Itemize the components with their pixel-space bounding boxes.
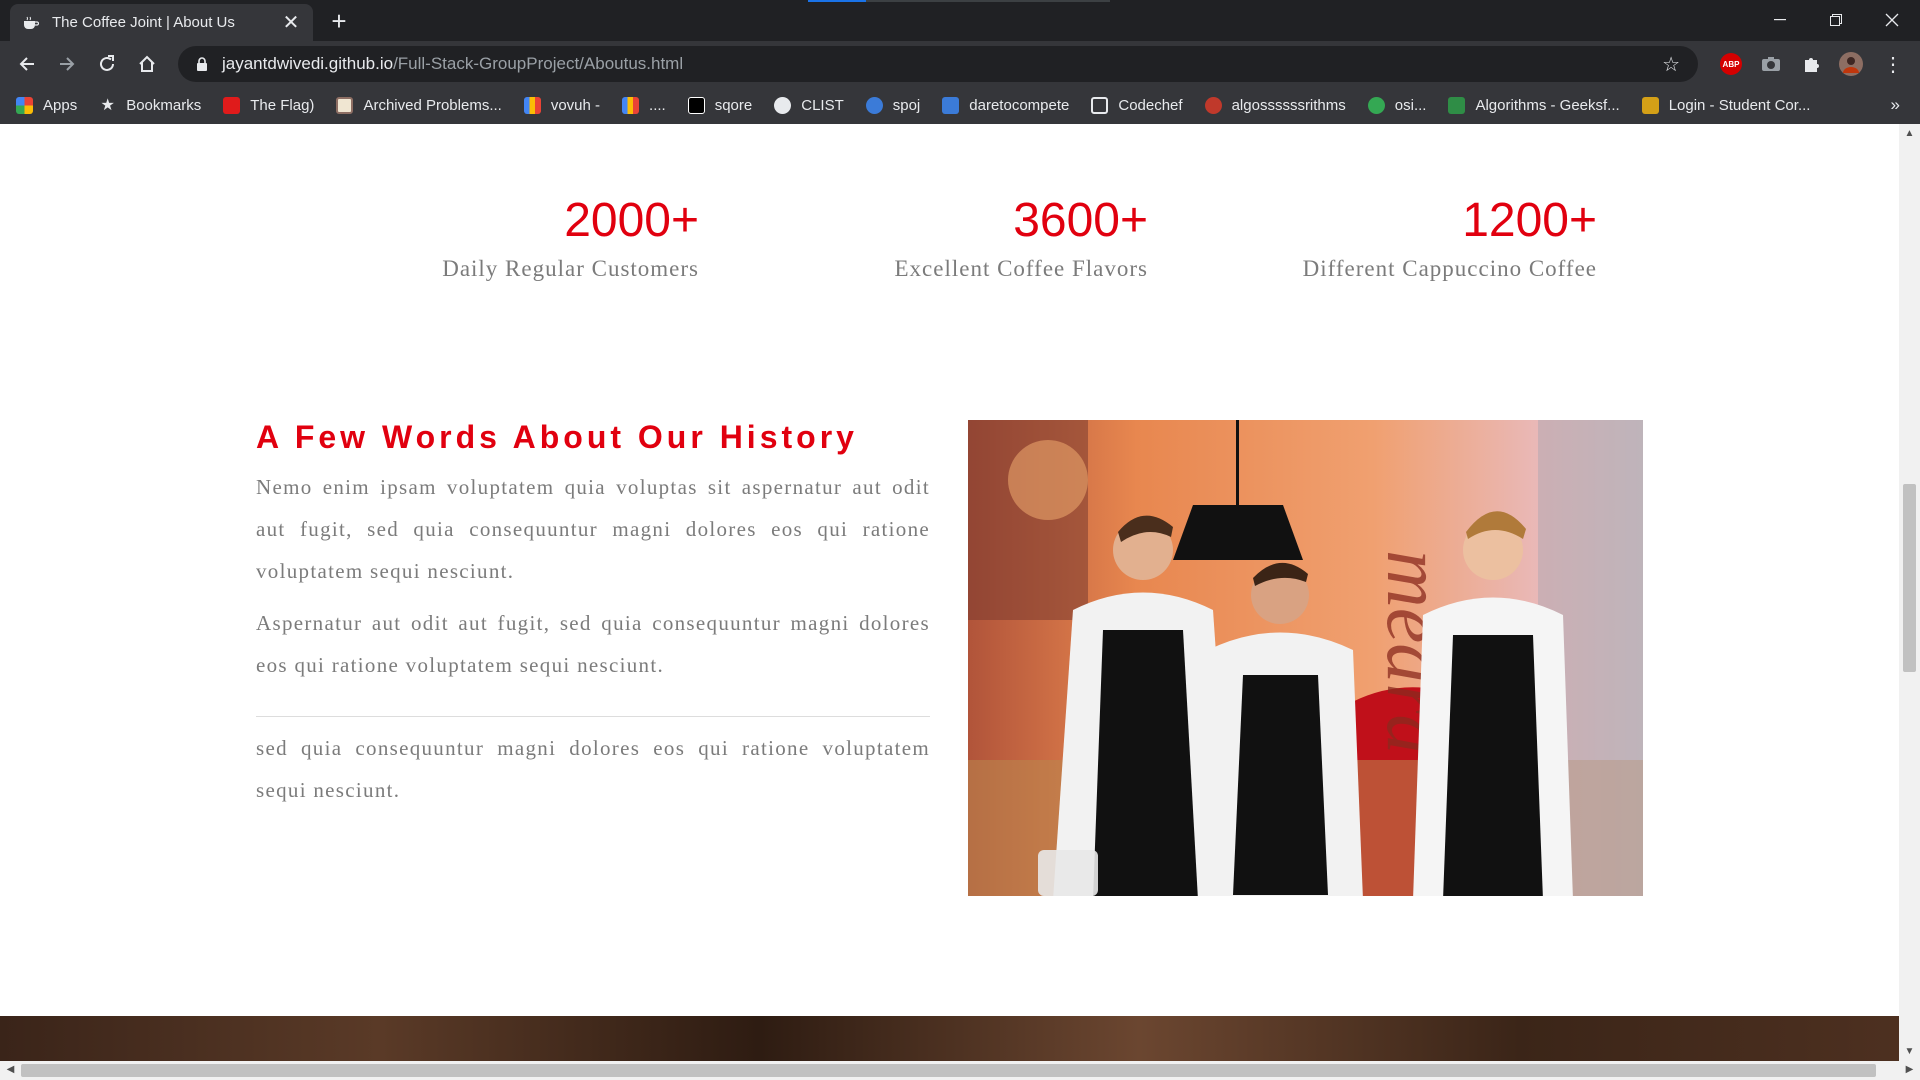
sqore-favicon-icon — [687, 97, 705, 114]
address-bar[interactable]: jayantdwivedi.github.io/Full-Stack-Group… — [178, 46, 1698, 82]
daretocompete-favicon-icon — [942, 97, 960, 114]
horizontal-scrollbar-thumb[interactable] — [21, 1064, 1876, 1077]
vertical-scrollbar[interactable]: ▲ ▼ — [1899, 124, 1920, 1061]
bookmark-codechef[interactable]: Codechef — [1091, 97, 1183, 114]
reload-icon[interactable] — [92, 49, 122, 79]
history-paragraph: Aspernatur aut odit aut fugit, sed quia … — [256, 611, 930, 677]
tab-strip-indicator — [808, 0, 866, 2]
search-favicon-icon — [1204, 97, 1222, 114]
profile-avatar[interactable] — [1838, 51, 1864, 77]
url-text: jayantdwivedi.github.io/Full-Stack-Group… — [222, 54, 683, 74]
bookmark-dots[interactable]: .... — [622, 97, 666, 114]
stat-number: 1200+ — [1462, 194, 1597, 247]
close-tab-icon[interactable]: ✕ — [281, 13, 301, 33]
restore-button[interactable] — [1808, 0, 1864, 40]
stat-number: 2000+ — [564, 194, 699, 247]
bookmark-vovuh[interactable]: vovuh - — [523, 97, 600, 114]
coffee-cup-icon — [22, 14, 40, 32]
bookmark-algorithms[interactable]: algossssssrithms — [1204, 97, 1346, 114]
more-bookmarks-chevron-icon[interactable]: » — [1891, 95, 1900, 115]
stat-label: Different Cappuccino Coffee — [1302, 256, 1597, 281]
page-viewport: 2000+ Daily Regular Customers 3600+ Exce… — [0, 124, 1899, 1061]
bookmark-geeksforgeeks[interactable]: Algorithms - Geeksf... — [1448, 97, 1620, 114]
adblock-plus-icon[interactable]: ABP — [1718, 51, 1744, 77]
bookmark-the-flag[interactable]: The Flag) — [223, 97, 314, 114]
lock-icon[interactable] — [192, 54, 212, 74]
minimize-button[interactable] — [1752, 0, 1808, 40]
stat-label: Excellent Coffee Flavors — [894, 256, 1148, 281]
divider — [256, 716, 930, 717]
bookmark-daretocompete[interactable]: daretocompete — [942, 97, 1069, 114]
bar-chart-favicon-icon — [622, 97, 640, 114]
flag-favicon-icon — [223, 97, 241, 114]
camera-extension-icon[interactable] — [1758, 51, 1784, 77]
student-portal-favicon-icon — [1641, 97, 1659, 114]
bar-chart-favicon-icon — [523, 97, 541, 114]
tab-strip-indicator-track — [866, 0, 1110, 2]
close-window-button[interactable] — [1864, 0, 1920, 40]
stat-customers: 2000+ Daily Regular Customers — [442, 196, 699, 282]
archived-problems-favicon-icon — [336, 97, 354, 114]
codechef-favicon-icon — [1091, 97, 1109, 114]
bookmark-clist[interactable]: CLIST — [774, 97, 844, 114]
star-icon: ★ — [100, 97, 115, 114]
apps-grid-icon — [16, 97, 33, 114]
history-section: A Few Words About Our History Nemo enim … — [256, 419, 930, 811]
stat-cappuccino: 1200+ Different Cappuccino Coffee — [1303, 196, 1597, 282]
bookmark-spoj[interactable]: spoj — [865, 97, 920, 114]
history-paragraph: Nemo enim ipsam voluptatem quia voluptas… — [256, 475, 930, 583]
home-icon[interactable] — [132, 49, 162, 79]
stat-number: 3600+ — [1013, 194, 1148, 247]
new-tab-button[interactable]: + — [325, 7, 353, 35]
geeksforgeeks-favicon-icon — [1448, 97, 1466, 114]
globe-icon — [774, 97, 792, 114]
bookmark-star-icon[interactable]: ☆ — [1662, 52, 1680, 77]
bookmark-archived-problems[interactable]: Archived Problems... — [336, 97, 502, 114]
url-path: /Full-Stack-GroupProject/Aboutus.html — [393, 54, 684, 73]
scroll-left-arrow-icon[interactable]: ◀ — [0, 1064, 21, 1075]
browser-toolbar: jayantdwivedi.github.io/Full-Stack-Group… — [0, 41, 1920, 87]
history-title: A Few Words About Our History — [256, 419, 858, 455]
osi-favicon-icon — [1367, 97, 1385, 114]
scroll-right-arrow-icon[interactable]: ▶ — [1899, 1064, 1920, 1075]
stat-label: Daily Regular Customers — [442, 256, 699, 281]
coffee-beans-banner — [0, 1016, 1899, 1061]
browser-menu-icon[interactable]: ⋮ — [1880, 51, 1906, 77]
scroll-down-arrow-icon[interactable]: ▼ — [1899, 1046, 1920, 1057]
stat-flavors: 3600+ Excellent Coffee Flavors — [894, 196, 1148, 282]
bookmark-login-student[interactable]: Login - Student Cor... — [1641, 97, 1810, 114]
url-host: jayantdwivedi.github.io — [222, 54, 394, 73]
forward-icon[interactable] — [52, 49, 82, 79]
chefs-photo: medra — [968, 420, 1643, 896]
extensions-puzzle-icon[interactable] — [1798, 51, 1824, 77]
history-paragraph: sed quia consequuntur magni dolores eos … — [256, 736, 930, 802]
tab-about-us[interactable]: The Coffee Joint | About Us ✕ — [10, 4, 313, 41]
bookmark-apps[interactable]: Apps — [16, 97, 77, 114]
bookmark-bookmarks[interactable]: ★ Bookmarks — [99, 97, 202, 114]
bookmark-sqore[interactable]: sqore — [687, 97, 752, 114]
title-bar: The Coffee Joint | About Us ✕ + — [0, 0, 1920, 41]
bookmarks-bar: Apps ★ Bookmarks The Flag) Archived Prob… — [0, 87, 1920, 124]
vertical-scrollbar-thumb[interactable] — [1903, 484, 1916, 672]
horizontal-scrollbar[interactable]: ◀ ▶ — [0, 1061, 1920, 1080]
spoj-favicon-icon — [865, 97, 883, 114]
tab-title: The Coffee Joint | About Us — [52, 14, 235, 31]
back-icon[interactable] — [12, 49, 42, 79]
bookmark-osi[interactable]: osi... — [1367, 97, 1426, 114]
scroll-up-arrow-icon[interactable]: ▲ — [1899, 128, 1920, 139]
